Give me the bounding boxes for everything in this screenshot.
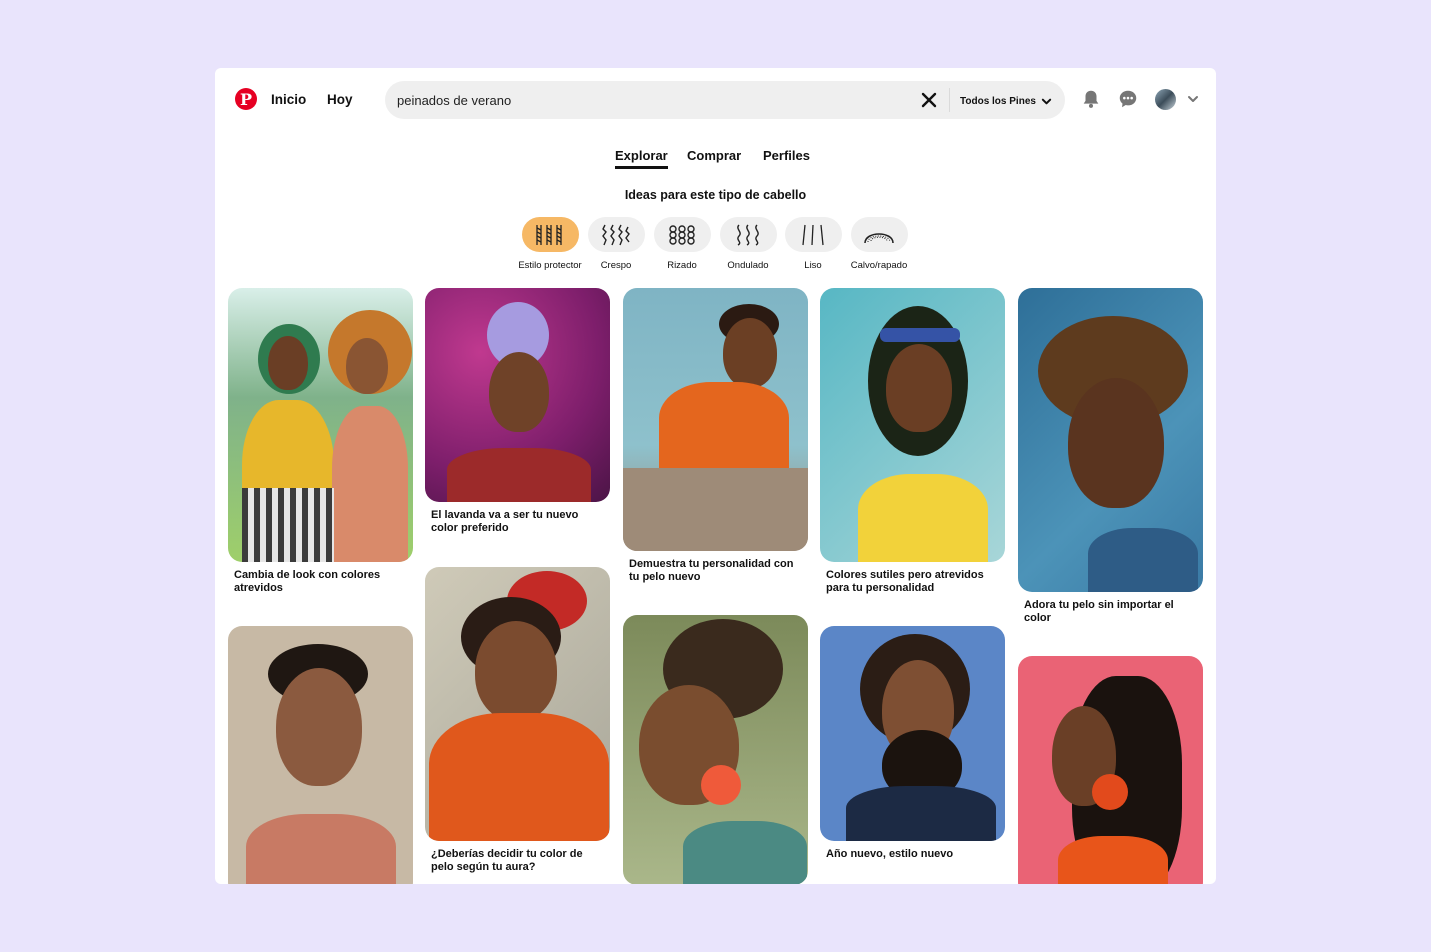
image-detail — [723, 318, 777, 388]
tab-profiles[interactable]: Perfiles — [763, 148, 810, 163]
chevron-down-icon — [1041, 98, 1052, 104]
hair-type-pill — [521, 217, 579, 252]
search-scope-label: Todos los Pines — [960, 95, 1036, 107]
image-detail — [268, 336, 308, 390]
tab-explore[interactable]: Explorar — [615, 148, 668, 163]
hair-type-pill — [587, 217, 645, 252]
image-detail — [623, 468, 808, 551]
hair-type-pill — [784, 217, 842, 252]
hair-type-pill — [850, 217, 908, 252]
user-avatar[interactable] — [1155, 89, 1176, 110]
image-detail — [1068, 378, 1164, 508]
hair-type-pill — [719, 217, 777, 252]
image-detail — [246, 814, 396, 884]
account-chevron-down-icon[interactable] — [1187, 93, 1199, 105]
image-detail — [489, 352, 549, 432]
image-detail — [475, 621, 557, 721]
hair-type-filters: Estilo protector Crespo Rizado Ondulado … — [215, 217, 1216, 273]
pin-image — [228, 626, 413, 884]
image-detail — [701, 765, 741, 805]
active-tab-underline — [615, 166, 668, 169]
hair-type-label: Calvo/rapado — [850, 260, 908, 271]
hair-type-bald[interactable]: Calvo/rapado — [839, 217, 919, 271]
image-detail — [1088, 528, 1198, 592]
search-input[interactable] — [397, 90, 897, 110]
pin-card[interactable]: Colores sutiles pero atrevidos para tu p… — [820, 288, 1005, 595]
pin-title: Cambia de look con colores atrevidos — [234, 569, 381, 594]
pin-card[interactable]: Adora tu pelo sin importar el color — [1018, 288, 1203, 625]
pin-title: Demuestra tu personalidad con tu pelo nu… — [629, 558, 794, 583]
image-detail — [1092, 774, 1128, 810]
search-tabs: Explorar Comprar Perfiles — [215, 148, 1216, 172]
image-detail — [683, 821, 807, 884]
coily-hair-icon — [602, 224, 630, 245]
pin-image — [425, 567, 610, 841]
hair-ideas-title: Ideas para este tipo de cabello — [624, 188, 807, 202]
header: P Inicio Hoy Todos los Pines — [215, 68, 1216, 132]
pinterest-window: P Inicio Hoy Todos los Pines — [215, 68, 1216, 884]
nav-today[interactable]: Hoy — [327, 92, 353, 107]
pin-title: Colores sutiles pero atrevidos para tu p… — [826, 569, 984, 594]
straight-hair-icon — [802, 224, 824, 245]
pin-card[interactable]: Demuestra tu personalidad con tu pelo nu… — [623, 288, 808, 584]
tab-shop[interactable]: Comprar — [687, 148, 741, 163]
pin-card[interactable]: Año nuevo, estilo nuevo — [820, 626, 1005, 861]
image-detail — [1058, 836, 1168, 884]
pin-image — [623, 288, 808, 551]
curly-hair-icon — [669, 224, 695, 245]
pin-title: Año nuevo, estilo nuevo — [826, 848, 954, 860]
nav-home[interactable]: Inicio — [271, 92, 306, 107]
pin-image — [623, 615, 808, 884]
search-divider — [949, 88, 950, 112]
pin-image — [425, 288, 610, 502]
image-detail — [242, 488, 334, 562]
image-detail — [276, 668, 362, 786]
pin-title: ¿Deberías decidir tu color de pelo según… — [431, 848, 583, 873]
pin-title: El lavanda va a ser tu nuevo color prefe… — [431, 509, 579, 534]
image-detail — [346, 338, 388, 394]
pin-card[interactable] — [1018, 656, 1203, 884]
braids-icon — [536, 224, 562, 245]
pin-card[interactable] — [623, 615, 808, 884]
hair-type-pill — [653, 217, 711, 252]
pin-card[interactable]: Cambia de look con colores atrevidos — [228, 288, 413, 595]
search-bar[interactable]: Todos los Pines — [385, 81, 1065, 119]
search-scope-dropdown[interactable]: Todos los Pines — [960, 93, 1052, 109]
image-detail — [858, 474, 988, 562]
notifications-bell-icon[interactable] — [1080, 88, 1102, 110]
pin-image — [820, 288, 1005, 562]
clear-search-icon[interactable] — [920, 91, 938, 109]
image-detail — [846, 786, 996, 841]
pin-card[interactable]: El lavanda va a ser tu nuevo color prefe… — [425, 288, 610, 535]
pinterest-logo-icon[interactable]: P — [235, 88, 257, 110]
messages-icon[interactable] — [1117, 88, 1139, 110]
wavy-hair-icon — [737, 224, 759, 246]
pin-image — [1018, 288, 1203, 592]
image-detail — [429, 713, 609, 841]
pin-image — [228, 288, 413, 562]
image-detail — [659, 382, 789, 472]
pin-card[interactable] — [228, 626, 413, 884]
image-detail — [332, 406, 408, 562]
image-detail — [880, 328, 960, 342]
pin-image — [820, 626, 1005, 841]
pin-image — [1018, 656, 1203, 884]
pin-card[interactable]: ¿Deberías decidir tu color de pelo según… — [425, 567, 610, 874]
image-detail — [886, 344, 952, 432]
image-detail — [447, 448, 591, 502]
bald-shaved-icon — [864, 232, 894, 243]
pin-title: Adora tu pelo sin importar el color — [1024, 599, 1174, 624]
